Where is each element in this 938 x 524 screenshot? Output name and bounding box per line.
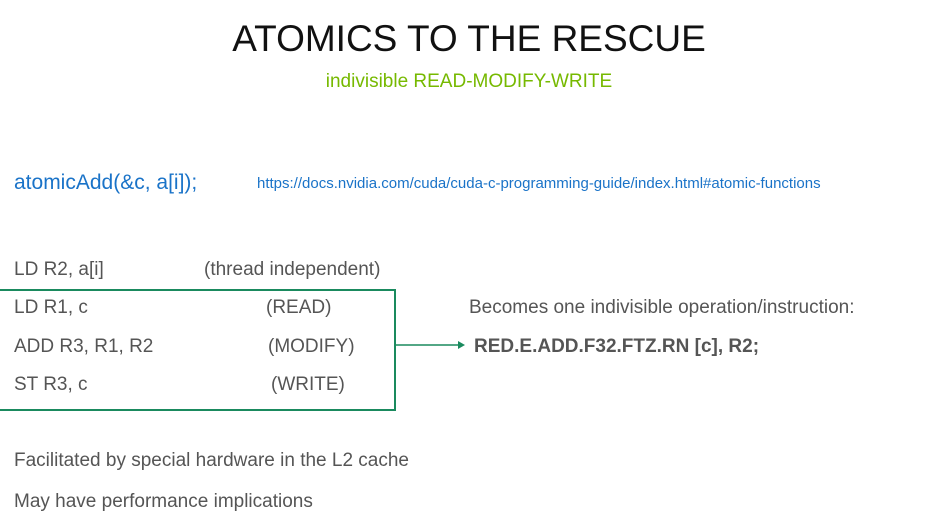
- note-read: (READ): [266, 297, 332, 318]
- note-thread-independent: (thread independent): [204, 259, 381, 280]
- code-line-st: ST R3, c: [14, 374, 88, 395]
- code-line-ld-r1: LD R1, c: [14, 297, 88, 318]
- becomes-text: Becomes one indivisible operation/instru…: [469, 297, 855, 318]
- code-line-add: ADD R3, R1, R2: [14, 336, 154, 357]
- slide-subtitle: indivisible READ-MODIFY-WRITE: [325, 71, 613, 92]
- note-write: (WRITE): [271, 374, 345, 395]
- atomic-add-call: atomicAdd(&c, a[i]);: [14, 171, 198, 194]
- red-instruction: RED.E.ADD.F32.FTZ.RN [c], R2;: [474, 336, 760, 357]
- slide-title: ATOMICS TO THE RESCUE: [232, 18, 706, 59]
- code-line-ld-r2: LD R2, a[i]: [14, 259, 104, 280]
- arrow-icon: [394, 341, 465, 349]
- note-performance: May have performance implications: [14, 491, 313, 512]
- note-modify: (MODIFY): [268, 336, 355, 357]
- docs-link[interactable]: https://docs.nvidia.com/cuda/cuda-c-prog…: [257, 175, 821, 192]
- note-l2-cache: Facilitated by special hardware in the L…: [14, 450, 410, 471]
